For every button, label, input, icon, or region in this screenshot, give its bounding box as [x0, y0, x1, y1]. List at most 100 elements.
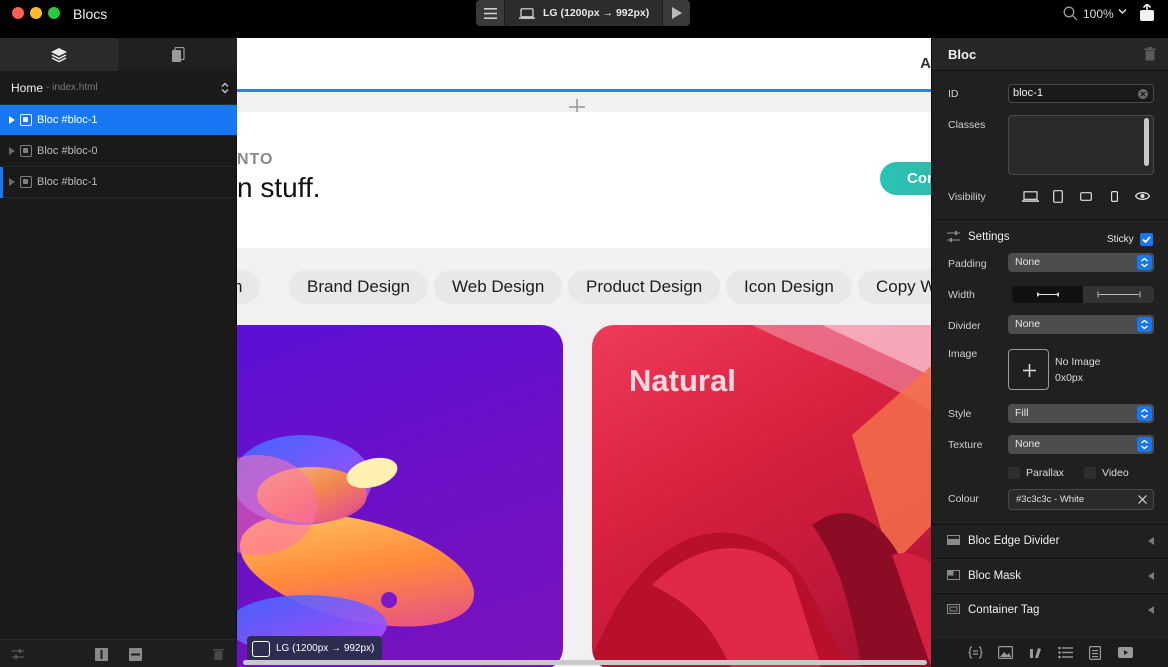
image-picker[interactable]	[1008, 349, 1049, 390]
visibility-tablet-landscape-toggle[interactable]	[1072, 188, 1100, 204]
style-value: Fill	[1015, 407, 1029, 419]
layer-item[interactable]: Bloc #bloc-1	[0, 167, 237, 198]
sliders-icon	[252, 640, 270, 657]
hero-heading: n stuff.	[237, 172, 321, 203]
eye-icon	[1134, 191, 1150, 201]
insert-above-icon[interactable]	[95, 648, 108, 661]
navbar-bloc[interactable]: A	[237, 38, 931, 92]
layer-label: Bloc #bloc-1	[37, 114, 98, 126]
design-canvas[interactable]: A NTO n stuff. Cor tion Brand Design Web…	[237, 38, 931, 667]
pages-icon	[171, 46, 185, 62]
disclosure-triangle-icon[interactable]	[8, 147, 16, 155]
category-pill[interactable]: Web Design	[434, 270, 563, 304]
category-pill[interactable]: Product Design	[568, 270, 721, 304]
width-label: Width	[948, 289, 975, 301]
list-icon[interactable]	[1058, 646, 1073, 659]
close-icon[interactable]	[1138, 495, 1147, 504]
up-down-chevron-icon	[221, 82, 229, 94]
page-name: Home	[11, 80, 44, 95]
zoom-level[interactable]: 100%	[1083, 7, 1114, 21]
nav-link[interactable]: A	[920, 55, 931, 72]
breakpoint-menu-button[interactable]	[476, 0, 504, 26]
disclosure-triangle-icon[interactable]	[8, 178, 16, 186]
horizontal-scrollbar[interactable]	[243, 660, 927, 665]
preview-button[interactable]	[662, 0, 690, 26]
laptop-icon	[519, 7, 535, 19]
texture-label: Texture	[948, 439, 983, 451]
style-label: Style	[948, 408, 972, 420]
parallax-checkbox[interactable]	[1008, 467, 1020, 479]
breakpoint-selector[interactable]: LG (1200px → 992px)	[504, 0, 662, 26]
mask-icon	[947, 570, 960, 580]
visibility-tablet-toggle[interactable]	[1044, 188, 1072, 204]
inspector-panel: Bloc ID bloc-1 Classes Visibility Settin…	[931, 38, 1168, 667]
section-title: Container Tag	[968, 604, 1040, 616]
divider-value: None	[1015, 318, 1041, 330]
phone-icon	[1110, 190, 1118, 202]
width-fixed-option[interactable]	[1012, 286, 1083, 303]
layer-selection-marker	[0, 167, 3, 198]
chevron-down-icon[interactable]	[1118, 8, 1127, 15]
colour-input[interactable]: #3c3c3c - White	[1008, 489, 1154, 510]
disclosure-triangle-icon[interactable]	[8, 116, 16, 124]
visibility-phone-toggle[interactable]	[1100, 188, 1128, 204]
category-pill[interactable]: Brand Design	[289, 270, 429, 304]
zoom-window-button[interactable]	[48, 7, 60, 19]
trash-icon[interactable]	[213, 648, 224, 660]
id-value: bloc-1	[1013, 87, 1043, 99]
breakpoint-badge[interactable]: LG (1200px → 992px)	[247, 636, 383, 661]
hero-subtitle: NTO	[237, 151, 274, 168]
interactions-icon[interactable]	[1028, 646, 1043, 659]
bloc-icon	[20, 176, 32, 188]
divider	[932, 558, 1168, 559]
trash-icon[interactable]	[1144, 47, 1156, 61]
width-toggle	[1012, 286, 1154, 303]
texture-select[interactable]: None	[1008, 435, 1154, 454]
search-icon[interactable]	[1063, 6, 1078, 21]
tab-layers[interactable]	[0, 38, 118, 71]
insert-below-icon[interactable]	[129, 648, 142, 661]
category-pill[interactable]: Icon Design	[726, 270, 852, 304]
portfolio-card[interactable]	[237, 325, 563, 667]
id-input[interactable]: bloc-1	[1008, 84, 1154, 103]
layer-item[interactable]: Bloc #bloc-1	[0, 105, 237, 136]
close-window-button[interactable]	[12, 7, 24, 19]
clear-icon[interactable]	[1138, 89, 1148, 99]
bloc-icon	[20, 114, 32, 126]
category-pill[interactable]: tion	[237, 270, 261, 304]
style-select[interactable]: Fill	[1008, 404, 1154, 423]
category-pill[interactable]: Copy W	[858, 270, 931, 304]
visibility-preview-toggle[interactable]	[1128, 188, 1156, 204]
classes-input[interactable]	[1008, 115, 1154, 175]
padding-select[interactable]: None	[1008, 253, 1154, 272]
width-full-option[interactable]	[1083, 286, 1154, 303]
portfolio-card[interactable]: Natural	[592, 325, 931, 667]
fixed-width-icon	[1036, 292, 1059, 297]
page-selector[interactable]: Home - index.html	[0, 71, 237, 105]
layer-item[interactable]: Bloc #bloc-0	[0, 136, 237, 167]
divider-select[interactable]: None	[1008, 315, 1154, 334]
document-icon[interactable]	[1089, 646, 1101, 660]
sticky-checkbox[interactable]	[1140, 233, 1153, 246]
share-icon[interactable]	[1139, 4, 1155, 22]
classes-scrollbar[interactable]	[1144, 118, 1149, 166]
full-width-icon	[1097, 291, 1140, 298]
visibility-desktop-toggle[interactable]	[1016, 188, 1044, 204]
image-icon[interactable]	[998, 646, 1013, 659]
tab-pages[interactable]	[118, 38, 237, 71]
sticky-label: Sticky	[1107, 234, 1134, 245]
abstract-artwork	[237, 435, 475, 655]
video-checkbox[interactable]	[1084, 467, 1096, 479]
colour-value: #3c3c3c - White	[1016, 494, 1085, 505]
minimize-window-button[interactable]	[30, 7, 42, 19]
code-brackets-icon[interactable]	[968, 646, 983, 659]
image-size: 0x0px	[1055, 372, 1084, 384]
sliders-icon[interactable]	[12, 648, 24, 660]
checkmark-icon	[1142, 236, 1151, 244]
divider	[932, 219, 1168, 220]
video-icon[interactable]	[1118, 646, 1133, 659]
hero-bloc[interactable]: NTO n stuff. Cor	[237, 112, 931, 248]
texture-value: None	[1015, 438, 1041, 450]
hero-cta-button[interactable]: Cor	[880, 162, 931, 195]
section-title: Bloc Edge Divider	[968, 535, 1060, 547]
